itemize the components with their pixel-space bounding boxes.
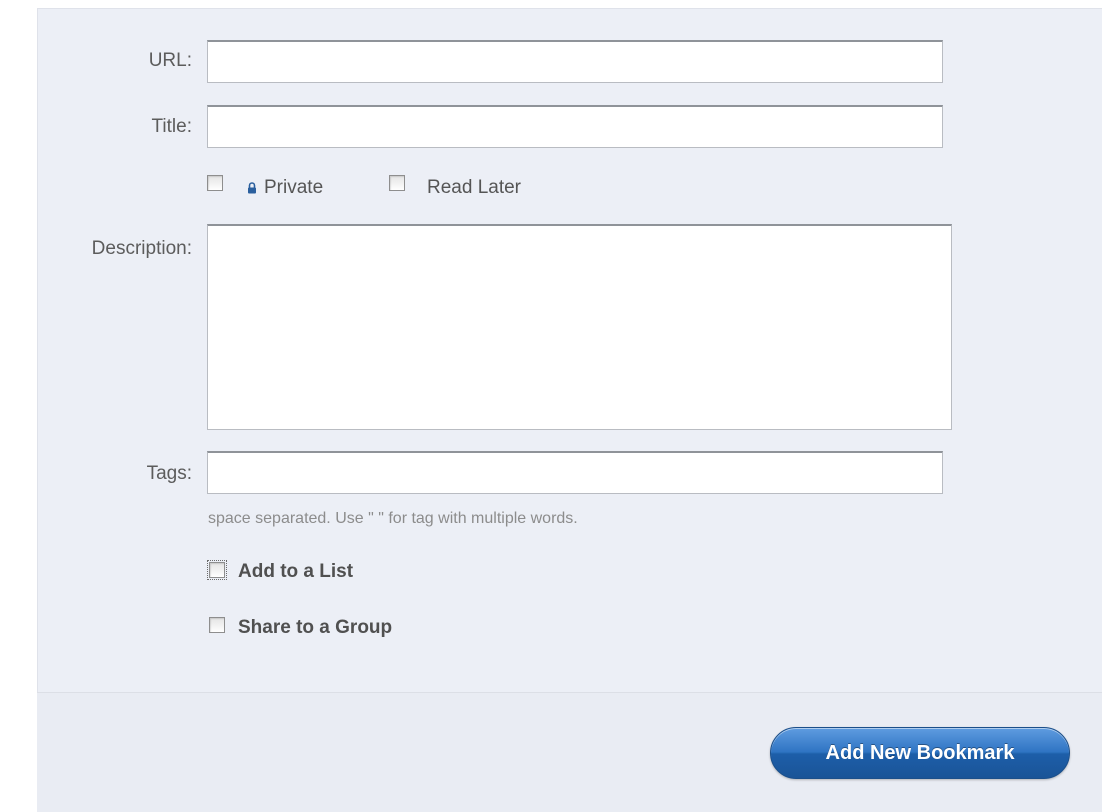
lock-icon bbox=[248, 182, 256, 194]
add-to-list-checkbox[interactable] bbox=[207, 560, 227, 580]
tags-hint: space separated. Use " " for tag with mu… bbox=[208, 510, 578, 527]
title-label: Title: bbox=[151, 116, 192, 137]
add-new-bookmark-button[interactable]: Add New Bookmark bbox=[770, 727, 1070, 779]
share-to-group-checkbox[interactable] bbox=[209, 617, 225, 633]
description-textarea[interactable] bbox=[207, 224, 952, 430]
tags-input[interactable] bbox=[207, 451, 943, 494]
url-input[interactable] bbox=[207, 40, 943, 83]
share-to-group-label[interactable]: Share to a Group bbox=[238, 617, 392, 639]
add-to-list-label[interactable]: Add to a List bbox=[238, 561, 353, 583]
url-label: URL: bbox=[148, 50, 192, 71]
private-label: Private bbox=[264, 177, 324, 198]
tags-label: Tags: bbox=[146, 463, 192, 484]
read-later-checkbox[interactable] bbox=[389, 175, 405, 191]
title-input[interactable] bbox=[207, 105, 943, 148]
description-label: Description: bbox=[91, 238, 192, 259]
private-checkbox[interactable] bbox=[207, 175, 223, 191]
read-later-label: Read Later bbox=[427, 177, 522, 198]
